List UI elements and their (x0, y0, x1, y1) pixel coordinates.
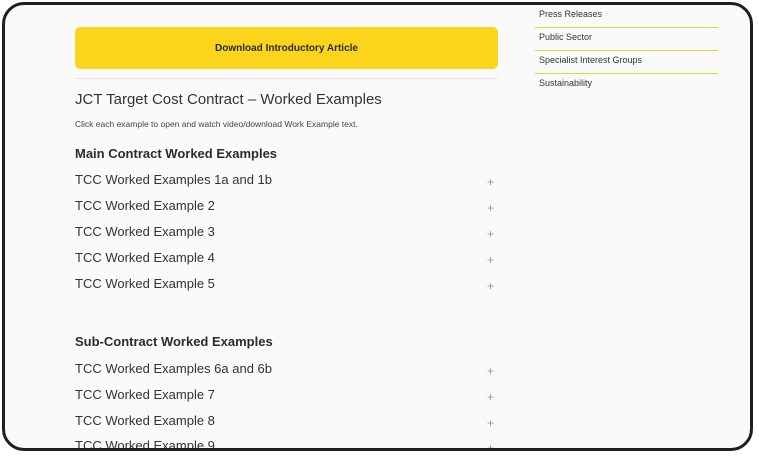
plus-icon: + (487, 364, 495, 378)
divider (75, 78, 498, 79)
sidebar-item-sustainability[interactable]: Sustainability (535, 74, 718, 97)
intro-text: Click each example to open and watch vid… (75, 119, 358, 129)
plus-icon: + (487, 279, 495, 293)
sidebar-item-public-sector[interactable]: Public Sector (535, 28, 718, 51)
accordion-item-example-9[interactable]: TCC Worked Example 9 + (75, 436, 498, 451)
page-title: JCT Target Cost Contract – Worked Exampl… (75, 91, 382, 108)
plus-icon: + (487, 390, 495, 404)
download-introductory-article-button[interactable]: Download Introductory Article (75, 27, 498, 69)
sidebar-item-specialist-interest-groups[interactable]: Specialist Interest Groups (535, 51, 718, 74)
accordion-item-example-4[interactable]: TCC Worked Example 4 + (75, 248, 498, 272)
accordion-item-label: TCC Worked Example 5 (75, 276, 215, 291)
main-contract-heading: Main Contract Worked Examples (75, 146, 278, 161)
sidebar-item-press-releases[interactable]: Press Releases (535, 5, 718, 28)
accordion-item-label: TCC Worked Examples 6a and 6b (75, 361, 273, 376)
accordion-item-example-8[interactable]: TCC Worked Example 8 + (75, 411, 498, 435)
plus-icon: + (487, 227, 495, 241)
plus-icon: + (487, 441, 495, 451)
sidebar-item-label: Sustainability (539, 78, 593, 88)
accordion-item-label: TCC Worked Examples 1a and 1b (75, 172, 273, 187)
accordion-item-label: TCC Worked Example 4 (75, 250, 215, 265)
accordion-item-example-2[interactable]: TCC Worked Example 2 + (75, 196, 498, 220)
plus-icon: + (487, 175, 495, 189)
plus-icon: + (487, 201, 495, 215)
sidebar-item-label: Specialist Interest Groups (539, 55, 643, 65)
screenshot-frame: Download Introductory Article JCT Target… (2, 2, 753, 451)
plus-icon: + (487, 253, 495, 267)
accordion-item-label: TCC Worked Example 8 (75, 413, 215, 428)
accordion-item-label: TCC Worked Example 9 (75, 438, 215, 451)
accordion-item-example-1[interactable]: TCC Worked Examples 1a and 1b + (75, 170, 498, 194)
plus-icon: + (487, 416, 495, 430)
accordion-item-label: TCC Worked Example 7 (75, 387, 215, 402)
sidebar-item-label: Press Releases (539, 9, 603, 19)
sidebar-item-label: Public Sector (539, 32, 593, 42)
sub-contract-heading: Sub-Contract Worked Examples (75, 334, 273, 349)
accordion-item-label: TCC Worked Example 3 (75, 224, 215, 239)
accordion-item-label: TCC Worked Example 2 (75, 198, 215, 213)
accordion-item-example-5[interactable]: TCC Worked Example 5 + (75, 274, 498, 298)
accordion-item-example-7[interactable]: TCC Worked Example 7 + (75, 385, 498, 409)
accordion-item-example-3[interactable]: TCC Worked Example 3 + (75, 222, 498, 246)
accordion-item-example-6[interactable]: TCC Worked Examples 6a and 6b + (75, 359, 498, 383)
main-content: Download Introductory Article JCT Target… (75, 5, 500, 451)
